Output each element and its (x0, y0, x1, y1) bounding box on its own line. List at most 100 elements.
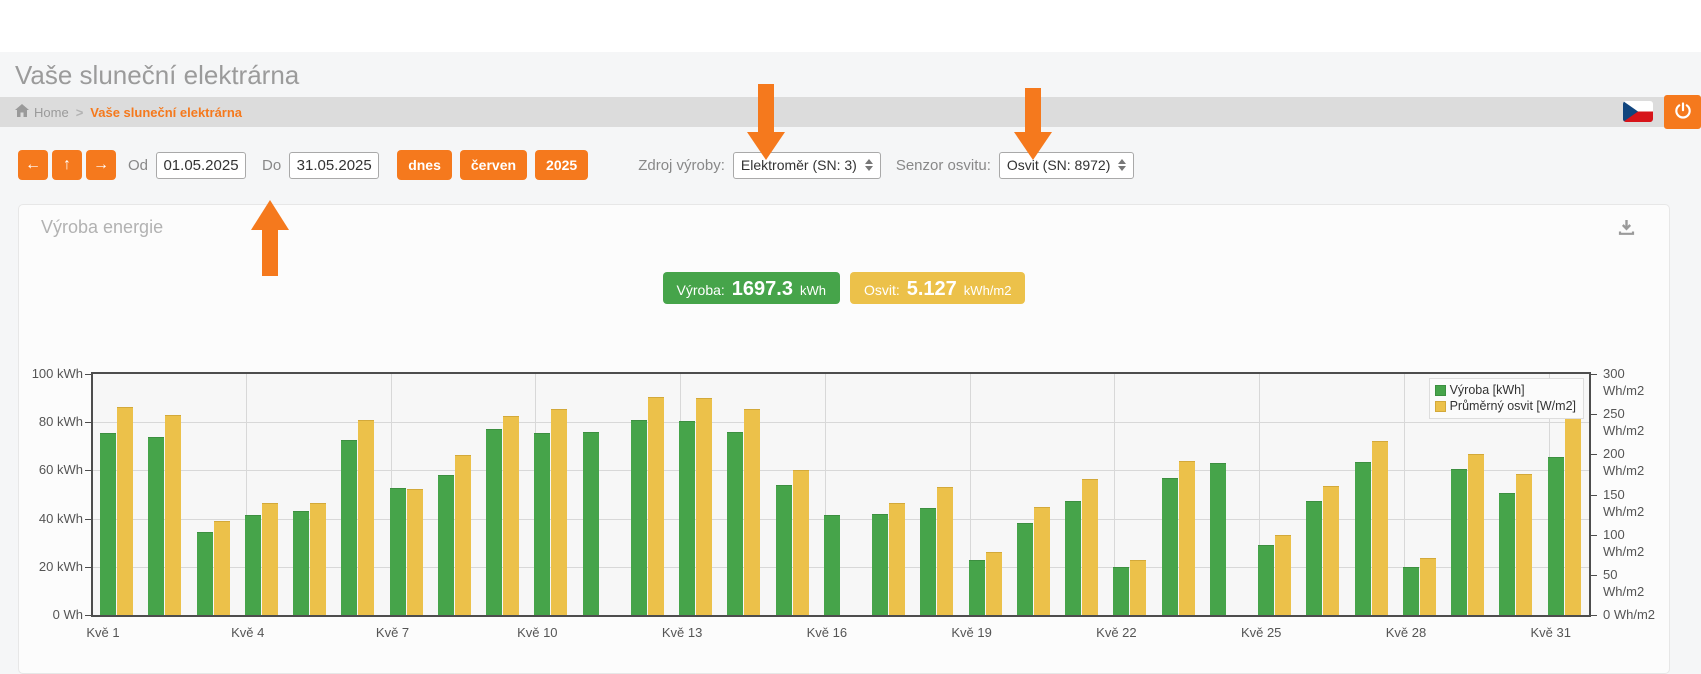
bar-vyroba[interactable] (1355, 462, 1371, 615)
month-button[interactable]: červen (460, 150, 527, 180)
bar-group-Kvě 4[interactable] (245, 503, 278, 615)
bar-vyroba[interactable] (631, 420, 647, 615)
bar-vyroba[interactable] (197, 532, 213, 615)
bar-group-Kvě 29[interactable] (1451, 454, 1484, 615)
bar-vyroba[interactable] (293, 511, 309, 615)
bar-vyroba[interactable] (583, 432, 599, 615)
bar-vyroba[interactable] (100, 433, 116, 615)
bar-group-Kvě 3[interactable] (197, 521, 230, 615)
bar-group-Kvě 22[interactable] (1113, 560, 1146, 615)
bar-group-Kvě 30[interactable] (1499, 474, 1532, 615)
bar-group-Kvě 14[interactable] (727, 409, 760, 615)
bar-vyroba[interactable] (1306, 501, 1322, 615)
bar-group-Kvě 11[interactable] (583, 432, 599, 615)
bar-osvit[interactable] (407, 489, 423, 615)
bar-group-Kvě 5[interactable] (293, 503, 326, 615)
bar-vyroba[interactable] (1017, 523, 1033, 615)
bar-osvit[interactable] (889, 503, 905, 615)
next-period-button[interactable]: → (86, 150, 116, 180)
period-up-button[interactable]: ↑ (52, 150, 82, 180)
bar-osvit[interactable] (165, 415, 181, 615)
bar-osvit[interactable] (986, 552, 1002, 615)
bar-group-Kvě 13[interactable] (679, 398, 712, 615)
bar-vyroba[interactable] (824, 515, 840, 615)
bar-osvit[interactable] (117, 407, 133, 615)
bar-osvit[interactable] (1034, 507, 1050, 615)
bar-osvit[interactable] (648, 397, 664, 615)
bar-group-Kvě 12[interactable] (631, 397, 664, 615)
bar-osvit[interactable] (214, 521, 230, 615)
bar-osvit[interactable] (793, 470, 809, 615)
bar-vyroba[interactable] (1451, 469, 1467, 615)
legend-item-vyroba[interactable]: Výroba [kWh] (1435, 382, 1576, 398)
bar-group-Kvě 18[interactable] (920, 487, 953, 615)
bar-osvit[interactable] (1082, 479, 1098, 615)
bar-group-Kvě 16[interactable] (824, 515, 840, 615)
bar-vyroba[interactable] (534, 433, 550, 615)
bar-vyroba[interactable] (1548, 457, 1564, 615)
breadcrumb-home-link[interactable]: Home (15, 104, 69, 120)
year-button[interactable]: 2025 (535, 150, 588, 180)
bar-group-Kvě 25[interactable] (1258, 535, 1291, 615)
bar-osvit[interactable] (1468, 454, 1484, 615)
bar-group-Kvě 28[interactable] (1403, 558, 1436, 615)
bar-vyroba[interactable] (486, 429, 502, 615)
bar-vyroba[interactable] (341, 440, 357, 615)
bar-vyroba[interactable] (969, 560, 985, 615)
bar-vyroba[interactable] (1499, 493, 1515, 615)
bar-vyroba[interactable] (1162, 478, 1178, 615)
bar-group-Kvě 8[interactable] (438, 455, 471, 615)
bar-vyroba[interactable] (872, 514, 888, 615)
bar-group-Kvě 26[interactable] (1306, 486, 1339, 615)
bar-osvit[interactable] (744, 409, 760, 615)
today-button[interactable]: dnes (397, 150, 452, 180)
bar-osvit[interactable] (503, 416, 519, 615)
bar-osvit[interactable] (262, 503, 278, 615)
bar-group-Kvě 9[interactable] (486, 416, 519, 615)
bar-group-Kvě 10[interactable] (534, 409, 567, 615)
bar-group-Kvě 31[interactable] (1548, 417, 1581, 615)
bar-vyroba[interactable] (1113, 567, 1129, 615)
to-date-input[interactable] (289, 152, 379, 179)
bar-vyroba[interactable] (390, 488, 406, 615)
bar-osvit[interactable] (1275, 535, 1291, 615)
bar-group-Kvě 7[interactable] (390, 488, 423, 615)
bar-vyroba[interactable] (1065, 501, 1081, 615)
bar-osvit[interactable] (358, 420, 374, 615)
bar-vyroba[interactable] (776, 485, 792, 615)
bar-vyroba[interactable] (1403, 567, 1419, 615)
bar-osvit[interactable] (1420, 558, 1436, 615)
bar-group-Kvě 20[interactable] (1017, 507, 1050, 615)
bar-vyroba[interactable] (679, 421, 695, 615)
bar-vyroba[interactable] (920, 508, 936, 615)
bar-group-Kvě 24[interactable] (1210, 463, 1226, 615)
bar-vyroba[interactable] (727, 432, 743, 615)
bar-group-Kvě 27[interactable] (1355, 441, 1388, 615)
bar-osvit[interactable] (310, 503, 326, 615)
bar-group-Kvě 23[interactable] (1162, 461, 1195, 615)
bar-osvit[interactable] (455, 455, 471, 615)
bar-vyroba[interactable] (148, 437, 164, 615)
bar-osvit[interactable] (1565, 417, 1581, 615)
from-date-input[interactable] (156, 152, 246, 179)
bar-group-Kvě 15[interactable] (776, 470, 809, 615)
bar-group-Kvě 2[interactable] (148, 415, 181, 615)
bar-osvit[interactable] (1516, 474, 1532, 615)
bar-osvit[interactable] (1130, 560, 1146, 615)
bar-osvit[interactable] (1323, 486, 1339, 615)
bar-group-Kvě 6[interactable] (341, 420, 374, 615)
bar-group-Kvě 19[interactable] (969, 552, 1002, 615)
language-flag-czech[interactable] (1623, 101, 1653, 122)
logout-power-button[interactable] (1664, 95, 1701, 129)
bar-osvit[interactable] (1179, 461, 1195, 615)
bar-osvit[interactable] (696, 398, 712, 615)
legend-item-osvit[interactable]: Průměrný osvit [W/m2] (1435, 398, 1576, 414)
bar-osvit[interactable] (1372, 441, 1388, 615)
bar-vyroba[interactable] (438, 475, 454, 615)
bar-group-Kvě 21[interactable] (1065, 479, 1098, 615)
bar-vyroba[interactable] (1258, 545, 1274, 615)
bar-osvit[interactable] (937, 487, 953, 615)
bar-group-Kvě 1[interactable] (100, 407, 133, 615)
bar-osvit[interactable] (551, 409, 567, 615)
bar-group-Kvě 17[interactable] (872, 503, 905, 615)
